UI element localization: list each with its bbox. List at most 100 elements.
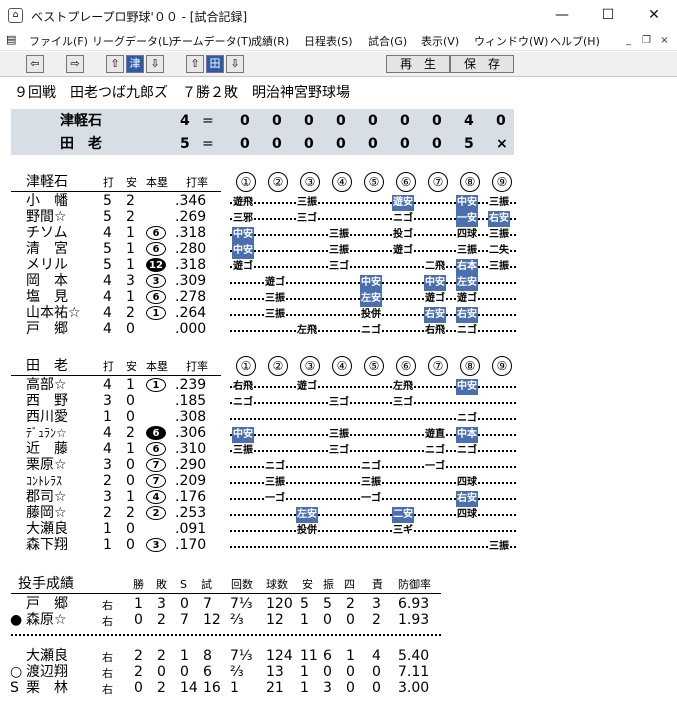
pitcher-hand: 右 [102,667,113,680]
menu-schedule[interactable]: 日程表(S) [304,33,353,49]
pitcher-er: 2 [372,612,381,628]
pitcher-era: 3.00 [398,680,430,696]
hr-count: 7 [146,458,166,472]
play-result: ニゴ [456,323,478,339]
decision-mark: ● [10,612,23,628]
play-result: 三ゴ [296,211,318,227]
play-result: ニゴ [264,459,286,475]
close-button[interactable]: ✕ [631,0,677,31]
mdi-restore-button[interactable]: ❐ [638,33,655,48]
inning-header: ⑨ [492,172,512,192]
inning-header: ⑦ [428,356,448,376]
menu-game[interactable]: 試合(G) [368,33,407,49]
player-h: 1 [126,241,135,257]
hr-count: 6 [146,242,166,256]
window-title: ベストプレープロ野球'００ - [試合記録] [31,10,248,24]
play-result: 左飛 [296,323,318,339]
play-result: 投併 [296,523,318,539]
pitcher-ip: 7⅓ [230,596,253,612]
pitcher-s: 0 [180,596,189,612]
col-h: 安 [126,176,137,189]
pitcher-er: 0 [372,680,381,696]
inning-score: 5 [464,136,474,152]
player-h: 2 [126,425,135,441]
doc-icon[interactable]: ▤ [6,33,16,46]
team2-selector[interactable]: 田 [206,55,224,73]
pitching-header: 四 [344,578,355,591]
inning-score: 0 [432,136,442,152]
player-avg: .280 [175,241,207,257]
mdi-minimize-button[interactable]: _ [620,33,637,48]
play-result: 四球 [456,475,478,491]
hr-count: 4 [146,490,166,504]
play-result: 三振 [360,475,382,491]
player-name: チソム [26,225,68,241]
inning-header: ③ [300,356,320,376]
pitcher-w: 0 [134,680,143,696]
player-ab: 4 [103,425,112,441]
col-hr: 本塁 [146,360,168,373]
save-button[interactable]: 保 存 [450,55,514,73]
player-h: 1 [126,225,135,241]
play-result: 三ギ [392,523,414,539]
hr-count: 6 [146,426,166,440]
inning-header: ⑥ [396,356,416,376]
inning-score: 0 [368,113,378,129]
pitcher-hand: 右 [102,651,113,664]
player-name: 野間☆ [26,209,67,225]
menu-view[interactable]: 表示(V) [421,33,459,49]
play-result: 三振 [488,195,510,211]
team1-up-button[interactable]: ⇧ [106,55,124,73]
menu-file[interactable]: ファイル(F) [29,33,88,49]
player-ab: 4 [103,289,112,305]
pitcher-so: 0 [323,612,332,628]
menu-league-data[interactable]: リーグデータ(L) [92,33,173,49]
player-h: 2 [126,305,135,321]
mdi-close-button[interactable]: × [656,33,673,48]
menu-help[interactable]: ヘルプ(H) [550,33,600,49]
pitcher-g: 12 [203,612,221,628]
menu-window[interactable]: ウィンドウ(W) [474,33,548,49]
play-result: 遊ゴ [232,259,254,275]
pitcher-bb: 2 [346,596,355,612]
hr-count: 3 [146,538,166,552]
pitcher-w: 0 [134,612,143,628]
pitcher-so: 6 [323,648,332,664]
inning-score: 0 [400,136,410,152]
inning-header: ① [236,356,256,376]
col-h: 安 [126,360,137,373]
player-name: 栗原☆ [26,457,67,473]
prev-game-button[interactable]: ⇦ [26,55,44,73]
pitching-header: 防御率 [398,578,431,591]
inning-header: ③ [300,172,320,192]
minimize-button[interactable]: — [539,0,585,31]
inning-score: 0 [432,113,442,129]
play-result: 右飛 [424,323,446,339]
pitching-header: 勝 [133,578,144,591]
pitcher-h: 5 [300,596,309,612]
team2-up-button[interactable]: ⇧ [186,55,204,73]
play-result: 三振 [264,475,286,491]
play-button[interactable]: 再 生 [386,55,450,73]
hr-count: 6 [146,226,166,240]
menu-team-data[interactable]: チームデータ(T) [171,33,252,49]
inning-score: 4 [464,113,474,129]
play-result: 三ゴ [328,443,350,459]
team1-down-button[interactable]: ⇩ [146,55,164,73]
pitching-header: S [180,578,187,591]
team2-down-button[interactable]: ⇩ [226,55,244,73]
player-avg: .185 [175,393,207,409]
player-avg: .278 [175,289,207,305]
pitcher-h: 1 [300,612,309,628]
maximize-button[interactable]: ☐ [585,0,631,31]
player-name: 藤岡☆ [26,505,67,521]
play-result: 右本 [456,259,478,275]
pitcher-bb: 0 [346,680,355,696]
menu-stats[interactable]: 成績(R) [251,33,289,49]
divider [11,375,221,376]
pitcher-g: 8 [203,648,212,664]
play-result: 四球 [456,227,478,243]
next-game-button[interactable]: ⇨ [66,55,84,73]
team1-selector[interactable]: 津 [126,55,144,73]
play-result: 二飛 [424,259,446,275]
